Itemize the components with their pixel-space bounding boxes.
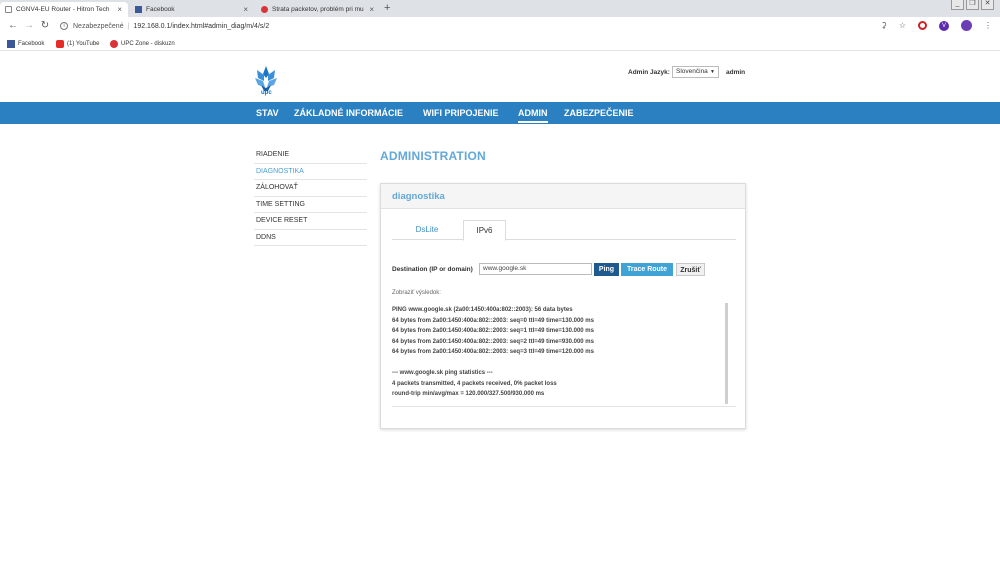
browser-tab-router[interactable]: CGNV4-EU Router - Hitron Tech × <box>0 2 128 17</box>
trace-route-button[interactable]: Trace Route <box>621 263 673 276</box>
sidebar-item-time-setting[interactable]: TIME SETTING <box>254 197 367 213</box>
browser-tab-facebook[interactable]: Facebook × <box>130 2 254 17</box>
bookmarks-bar: Facebook (1) YouTube UPC Zone - diskuzn <box>0 37 1000 51</box>
result-line: PING www.google.sk (2a00:1450:400a:802::… <box>392 307 573 313</box>
result-line: 64 bytes from 2a00:1450:400a:802::2003: … <box>392 349 594 355</box>
reload-icon[interactable]: ↻ <box>39 20 51 32</box>
minimize-button[interactable]: _ <box>951 0 964 10</box>
browser-toolbar: ← → ↻ i Nezabezpečené | 192.168.0.1/index.h… <box>0 17 1000 36</box>
browser-tab-strata[interactable]: Strata packetov, problém pri mu × <box>256 2 380 17</box>
destination-label: Destination (IP or domain) <box>392 266 473 273</box>
diagnostics-panel: diagnostika DsLite IPv6 Destination (IP … <box>380 183 746 429</box>
nav-stav[interactable]: STAV <box>256 102 279 124</box>
main-nav: STAV ZÁKLADNÉ INFORMÁCIE WIFI PRIPOJENIE… <box>0 102 1000 124</box>
tab-title: Facebook <box>146 6 175 13</box>
language-select[interactable]: Slovenčina ▼ <box>672 66 719 78</box>
result-scrollbar[interactable] <box>725 303 728 404</box>
cancel-button[interactable]: Zrušiť <box>676 263 705 276</box>
close-window-button[interactable]: ✕ <box>981 0 994 10</box>
close-tab-icon[interactable]: × <box>243 2 248 17</box>
facebook-icon <box>7 40 15 48</box>
chevron-down-icon: ▼ <box>710 69 715 75</box>
sidebar: RIADENIE DIAGNOSTIKA ZÁLOHOVAŤ TIME SETT… <box>254 147 367 246</box>
result-line: --- www.google.sk ping statistics --- <box>392 370 493 376</box>
facebook-icon <box>135 6 142 13</box>
info-icon[interactable]: i <box>60 22 68 31</box>
window-controls: _ ❐ ✕ <box>951 0 994 12</box>
browser-tab-strip: CGNV4-EU Router - Hitron Tech × Facebook… <box>0 0 1000 17</box>
bookmark-label: UPC Zone - diskuzn <box>121 41 175 47</box>
security-label: Nezabezpečené <box>73 23 124 30</box>
bookmark-youtube[interactable]: (1) YouTube <box>56 37 99 51</box>
tab-title: Strata packetov, problém pri mu <box>272 6 364 13</box>
new-tab-button[interactable]: + <box>384 1 390 16</box>
bookmark-label: (1) YouTube <box>67 41 100 47</box>
close-tab-icon[interactable]: × <box>117 2 122 17</box>
result-line: 64 bytes from 2a00:1450:400a:802::2003: … <box>392 338 594 345</box>
destination-input[interactable]: www.google.sk <box>479 263 592 275</box>
nav-wifi-pripojenie[interactable]: WIFI PRIPOJENIE <box>423 102 499 124</box>
upc-icon <box>261 6 268 13</box>
tab-dslite[interactable]: DsLite <box>400 220 454 240</box>
user-name[interactable]: admin <box>726 69 745 76</box>
address-bar[interactable]: i Nezabezpečené | 192.168.0.1/index.html#ad… <box>56 19 936 34</box>
result-label: Zobraziť výsledok: <box>392 290 441 296</box>
result-lines: PING www.google.sk (2a00:1450:400a:802::… <box>392 305 722 400</box>
key-icon[interactable]: ⚳ <box>881 21 887 30</box>
forward-icon[interactable]: → <box>23 20 35 32</box>
star-icon[interactable]: ☆ <box>899 21 906 30</box>
toolbar-icons: ⚳ ☆ V ⋮ <box>881 20 992 31</box>
upc-icon <box>110 40 118 48</box>
back-icon[interactable]: ← <box>7 20 19 32</box>
result-line <box>392 358 722 369</box>
panel-title: diagnostika <box>381 184 745 209</box>
admin-language-label: Admin Jazyk: <box>628 69 670 76</box>
bookmark-upc-zone[interactable]: UPC Zone - diskuzn <box>110 37 175 51</box>
tab-ipv6[interactable]: IPv6 <box>463 220 506 241</box>
page-icon <box>5 6 12 13</box>
result-line: round-trip min/avg/max = 120.000/327.500… <box>392 391 545 397</box>
result-output: PING www.google.sk (2a00:1450:400a:802::… <box>392 301 736 407</box>
sidebar-item-riadenie[interactable]: RIADENIE <box>254 147 367 164</box>
language-value: Slovenčina <box>676 68 708 75</box>
logo-text: upc <box>261 90 272 96</box>
diagnostics-tabs: DsLite IPv6 <box>392 220 736 241</box>
page-title: ADMINISTRATION <box>380 149 486 163</box>
opera-extension-icon[interactable] <box>918 21 927 30</box>
ping-button[interactable]: Ping <box>594 263 619 276</box>
bookmark-facebook[interactable]: Facebook <box>7 37 44 51</box>
profile-avatar[interactable] <box>961 20 972 31</box>
v-extension-icon[interactable]: V <box>939 20 949 31</box>
url-text: 192.168.0.1/index.html#admin_diag/m/4/s/… <box>133 23 270 30</box>
sidebar-item-diagnostika[interactable]: DIAGNOSTIKA <box>254 164 367 180</box>
nav-zabezpecenie[interactable]: ZABEZPEČENIE <box>564 102 634 124</box>
youtube-icon <box>56 40 64 48</box>
result-line: 64 bytes from 2a00:1450:400a:802::2003: … <box>392 328 594 334</box>
close-tab-icon[interactable]: × <box>369 2 374 17</box>
bookmark-label: Facebook <box>18 41 45 47</box>
menu-icon[interactable]: ⋮ <box>984 21 992 30</box>
tab-title: CGNV4-EU Router - Hitron Tech <box>16 6 110 13</box>
restore-button[interactable]: ❐ <box>966 0 979 10</box>
sidebar-item-zalohovat[interactable]: ZÁLOHOVAŤ <box>254 180 367 197</box>
sidebar-item-ddns[interactable]: DDNS <box>254 230 367 246</box>
sidebar-item-device-reset[interactable]: DEVICE RESET <box>254 213 367 230</box>
result-line: 4 packets transmitted, 4 packets receive… <box>392 380 557 387</box>
nav-admin[interactable]: ADMIN <box>518 102 548 123</box>
nav-zakladne-informacie[interactable]: ZÁKLADNÉ INFORMÁCIE <box>294 102 403 124</box>
result-line: 64 bytes from 2a00:1450:400a:802::2003: … <box>392 317 594 324</box>
